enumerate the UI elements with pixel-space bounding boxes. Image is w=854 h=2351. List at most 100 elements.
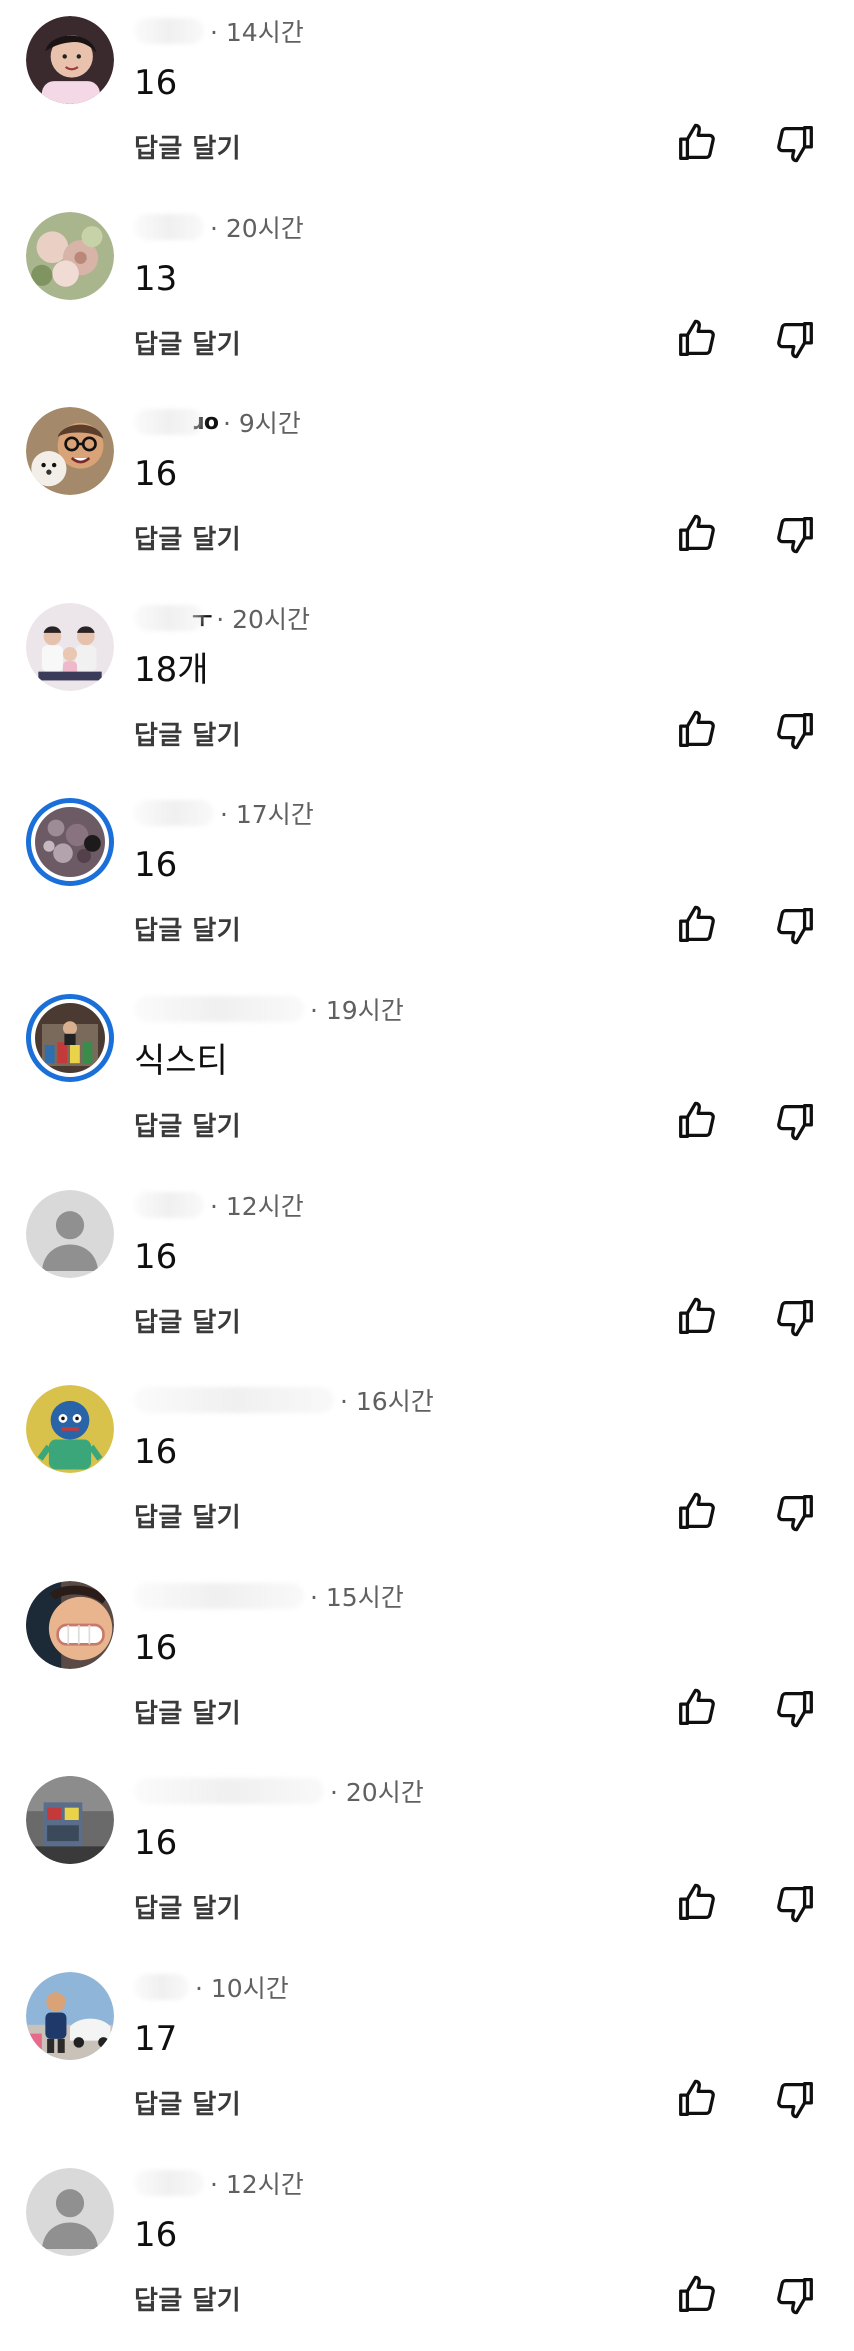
- like-button[interactable]: [674, 1098, 720, 1144]
- comment-time: · 16시간: [340, 1387, 434, 1417]
- thumbs-down-icon: [777, 1690, 813, 1728]
- comment-time: · 15시간: [310, 1582, 404, 1612]
- thumbs-up-icon: [679, 319, 715, 356]
- dislike-button[interactable]: [772, 1685, 818, 1731]
- author-name-redacted[interactable]: [134, 1974, 189, 2000]
- reply-button[interactable]: 답글 달기: [134, 910, 241, 947]
- avatar[interactable]: [26, 602, 114, 691]
- default-avatar[interactable]: [26, 2167, 114, 2256]
- reply-button[interactable]: 답글 달기: [134, 1693, 241, 1730]
- thumbs-down-icon: [777, 2277, 813, 2314]
- comment-text: 16: [134, 1627, 178, 1668]
- avatar[interactable]: [26, 1776, 114, 1865]
- comment-item: · 17시간 16 답글 달기: [0, 782, 854, 972]
- dislike-button[interactable]: [772, 120, 818, 166]
- dislike-button[interactable]: [772, 316, 818, 362]
- thumbs-up-icon: [679, 1297, 715, 1334]
- author-name-redacted[interactable]: [134, 800, 214, 827]
- like-button[interactable]: [674, 707, 720, 753]
- reply-button[interactable]: 답글 달기: [134, 1106, 241, 1143]
- reply-button[interactable]: 답글 달기: [134, 715, 241, 752]
- author-name-redacted[interactable]: [134, 2169, 204, 2196]
- reply-button[interactable]: 답글 달기: [134, 1302, 241, 1339]
- author-name-redacted[interactable]: [134, 213, 204, 240]
- thumbs-down-icon: [777, 2082, 813, 2119]
- comment-meta: · 12시간: [134, 2166, 304, 2200]
- reply-button[interactable]: 답글 달기: [134, 2280, 241, 2317]
- dislike-button[interactable]: [772, 2272, 818, 2318]
- comment-meta: ㅜ · 20시간: [134, 601, 310, 635]
- comment-item: · 12시간 16 답글 달기: [0, 2152, 854, 2342]
- comment-item: · 14시간 16 답글 달기: [0, 0, 854, 190]
- like-button[interactable]: [674, 1880, 720, 1926]
- comment-time: · 12시간: [210, 2169, 304, 2199]
- like-button[interactable]: [674, 2076, 720, 2122]
- thumbs-down-icon: [777, 908, 813, 945]
- reply-button[interactable]: 답글 달기: [134, 324, 241, 361]
- comment-meta: · 20시간: [134, 210, 304, 244]
- comment-item: · 19시간 식스티 답글 달기: [0, 978, 854, 1168]
- comment-time: · 19시간: [310, 996, 404, 1025]
- avatar[interactable]: [26, 1385, 114, 1474]
- author-name-redacted[interactable]: [134, 604, 204, 631]
- comment-text: 17: [134, 2019, 178, 2059]
- avatar[interactable]: [26, 798, 114, 887]
- comment-text: 16: [134, 63, 178, 103]
- dislike-button[interactable]: [772, 1489, 818, 1535]
- comment-meta: · 20시간: [134, 1774, 424, 1808]
- comment-meta: · 12시간: [134, 1188, 304, 1222]
- comment-meta: · 16시간: [134, 1383, 434, 1417]
- comment-item: · 16시간 16 답글 달기: [0, 1369, 854, 1559]
- comment-time: · 12시간: [210, 1191, 304, 1221]
- author-name-redacted[interactable]: [134, 409, 204, 436]
- dislike-button[interactable]: [772, 511, 818, 557]
- comment-text: 16: [134, 1236, 178, 1277]
- comment-meta: ɹo · 9시간: [134, 405, 301, 439]
- default-avatar[interactable]: [26, 1189, 114, 1278]
- author-name-redacted[interactable]: [134, 1778, 324, 1805]
- comment-meta: · 14시간: [134, 14, 304, 48]
- reply-button[interactable]: 답글 달기: [134, 128, 241, 165]
- comment-text: 16: [134, 845, 178, 886]
- avatar[interactable]: [26, 994, 114, 1082]
- thumbs-up-icon: [679, 710, 715, 747]
- comment-time: · 14시간: [210, 18, 304, 47]
- reply-button[interactable]: 답글 달기: [134, 1497, 241, 1534]
- comment-item: · 15시간 16 답글 달기: [0, 1565, 854, 1755]
- comment-time: · 20시간: [330, 1778, 424, 1808]
- dislike-button[interactable]: [772, 2076, 818, 2122]
- like-button[interactable]: [674, 511, 720, 557]
- thumbs-up-icon: [679, 1688, 715, 1725]
- like-button[interactable]: [674, 1685, 720, 1731]
- dislike-button[interactable]: [772, 902, 818, 948]
- avatar[interactable]: [26, 211, 114, 300]
- author-name-redacted[interactable]: [134, 1191, 204, 1218]
- like-button[interactable]: [674, 1294, 720, 1340]
- reply-button[interactable]: 답글 달기: [134, 2084, 241, 2121]
- dislike-button[interactable]: [772, 1098, 818, 1144]
- reply-button[interactable]: 답글 달기: [134, 519, 241, 556]
- comment-text: 16: [134, 1432, 178, 1473]
- avatar[interactable]: [26, 1580, 114, 1669]
- dislike-button[interactable]: [772, 1880, 818, 1926]
- comment-text: 식스티: [134, 1041, 228, 1081]
- avatar[interactable]: [26, 407, 114, 496]
- author-name-redacted[interactable]: [134, 996, 304, 1022]
- like-button[interactable]: [674, 1489, 720, 1535]
- comment-time: · 20시간: [210, 213, 304, 243]
- like-button[interactable]: [674, 316, 720, 362]
- dislike-button[interactable]: [772, 1294, 818, 1340]
- author-name-redacted[interactable]: [134, 18, 204, 44]
- avatar[interactable]: [26, 1972, 114, 2060]
- author-name-redacted[interactable]: [134, 1582, 304, 1609]
- avatar[interactable]: [26, 16, 114, 104]
- comment-item: · 12시간 16 답글 달기: [0, 1174, 854, 1364]
- author-name-redacted[interactable]: [134, 1387, 334, 1414]
- like-button[interactable]: [674, 2272, 720, 2318]
- reply-button[interactable]: 답글 달기: [134, 1888, 241, 1925]
- comment-text: 16: [134, 2214, 178, 2255]
- like-button[interactable]: [674, 120, 720, 166]
- like-button[interactable]: [674, 902, 720, 948]
- comment-item: · 10시간 17 답글 달기: [0, 1956, 854, 2146]
- dislike-button[interactable]: [772, 707, 818, 753]
